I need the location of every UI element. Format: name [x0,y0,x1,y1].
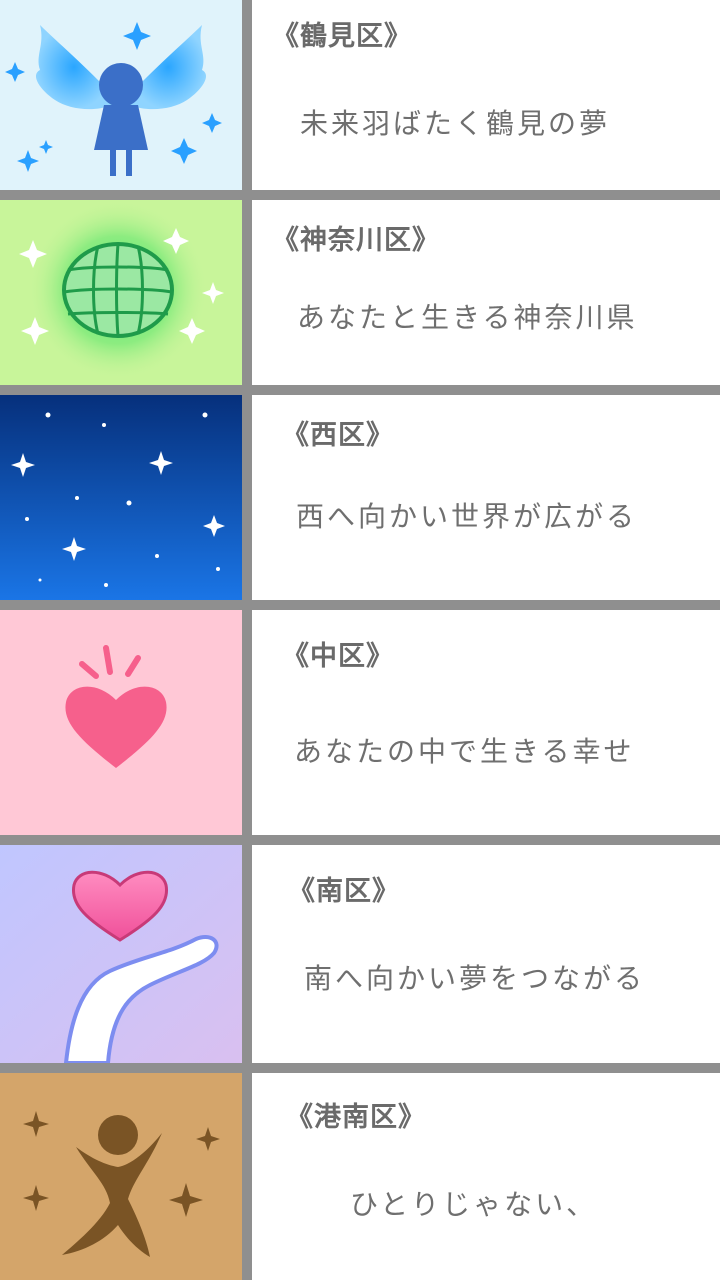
ward-phrase: あなたと生きる神奈川県 [297,301,638,334]
konan-panel [0,1073,242,1280]
ward-phrase: あなたの中で生きる幸せ [294,735,635,768]
night-sky-icon [0,395,242,600]
ward-name: 《神奈川区》 [272,225,440,256]
kanagawa-card: 《神奈川区》 あなたと生きる神奈川県 [252,200,720,385]
heart-icon [65,645,167,768]
tsurumi-panel [0,0,242,190]
ward-phrase: ひとりじゃない、 [350,1188,598,1221]
ward-name: 《西区》 [282,420,394,451]
minami-panel [0,845,242,1063]
minami-card: 《南区》 南へ向かい夢をつながる [252,845,720,1063]
tsurumi-card: 《鶴見区》 未来羽ばたく鶴見の夢 [252,0,720,190]
ward-name: 《南区》 [288,876,400,907]
ward-row-naka: 《中区》 あなたの中で生きる幸せ [0,610,720,835]
ward-row-tsurumi: 《鶴見区》 未来羽ばたく鶴見の夢 [0,0,720,190]
ward-phrase: 南へ向かい夢をつながる [304,962,646,995]
kanagawa-panel [0,200,242,385]
person-sparkle-icon [23,1111,220,1257]
hand-heart-icon [0,845,242,1063]
ward-name: 《中区》 [282,641,394,672]
nishi-panel [0,395,242,600]
konan-card: 《港南区》 ひとりじゃない、 [252,1073,720,1280]
globe-icon [19,200,224,380]
ward-row-nishi: 《西区》 西へ向かい世界が広がる [0,395,720,600]
naka-card: 《中区》 あなたの中で生きる幸せ [252,610,720,835]
naka-panel [0,610,242,835]
ward-name: 《鶴見区》 [272,21,412,52]
nishi-card: 《西区》 西へ向かい世界が広がる [252,395,720,600]
ward-phrase: 西へ向かい世界が広がる [296,500,638,533]
ward-row-konan: 《港南区》 ひとりじゃない、 [0,1073,720,1280]
ward-name: 《港南区》 [286,1102,426,1133]
ward-row-minami: 《南区》 南へ向かい夢をつながる [0,845,720,1063]
angel-icon [5,22,222,176]
ward-phrase: 未来羽ばたく鶴見の夢 [300,107,611,140]
ward-row-kanagawa: 《神奈川区》 あなたと生きる神奈川県 [0,200,720,385]
